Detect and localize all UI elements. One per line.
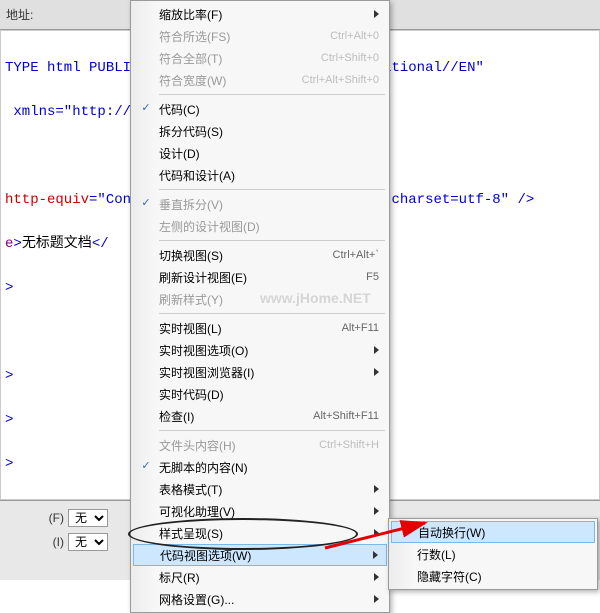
- menu-head-content: 文件头内容(H)Ctrl+Shift+H: [133, 434, 387, 456]
- address-label: 地址:: [6, 6, 33, 23]
- menu-live-view-options[interactable]: 实时视图选项(O): [133, 339, 387, 361]
- menu-fit-width: 符合宽度(W)Ctrl+Alt+Shift+0: [133, 69, 387, 91]
- check-icon: ✓: [139, 459, 153, 473]
- submenu-hidden-chars[interactable]: 隐藏字符(C): [391, 565, 595, 587]
- chevron-right-icon: [374, 529, 379, 537]
- menu-zoom[interactable]: 缩放比率(F): [133, 3, 387, 25]
- menu-grid-settings[interactable]: 网格设置(G)...: [133, 588, 387, 610]
- submenu-line-numbers[interactable]: 行数(L): [391, 543, 595, 565]
- menu-live-view[interactable]: 实时视图(L)Alt+F11: [133, 317, 387, 339]
- chevron-right-icon: [374, 507, 379, 515]
- check-icon: ✓: [139, 196, 153, 210]
- menu-live-view-browser[interactable]: 实时视图浏览器(I): [133, 361, 387, 383]
- menu-code-and-design[interactable]: 代码和设计(A): [133, 164, 387, 186]
- chevron-right-icon: [374, 595, 379, 603]
- menu-code[interactable]: ✓代码(C): [133, 98, 387, 120]
- menu-live-code[interactable]: 实时代码(D): [133, 383, 387, 405]
- menu-fit-all: 符合全部(T)Ctrl+Shift+0: [133, 47, 387, 69]
- view-menu: 缩放比率(F) 符合所选(FS)Ctrl+Alt+0 符合全部(T)Ctrl+S…: [130, 0, 390, 613]
- code-view-options-submenu: 自动换行(W) 行数(L) 隐藏字符(C): [388, 518, 598, 590]
- chevron-right-icon: [374, 485, 379, 493]
- menu-visual-aids[interactable]: 可视化助理(V): [133, 500, 387, 522]
- chevron-right-icon: [374, 368, 379, 376]
- menu-fit-selection: 符合所选(FS)Ctrl+Alt+0: [133, 25, 387, 47]
- submenu-word-wrap[interactable]: 自动换行(W): [391, 521, 595, 543]
- menu-switch-view[interactable]: 切换视图(S)Ctrl+Alt+`: [133, 244, 387, 266]
- prop-i-label: (I): [8, 535, 68, 549]
- menu-style-rendering[interactable]: 样式呈现(S): [133, 522, 387, 544]
- menu-left-design-view: 左侧的设计视图(D): [133, 215, 387, 237]
- menu-rulers[interactable]: 标尺(R): [133, 566, 387, 588]
- prop-i-select[interactable]: 无: [68, 533, 108, 551]
- code-line-3a: http-equiv: [5, 192, 89, 208]
- chevron-right-icon: [373, 551, 378, 559]
- menu-inspect[interactable]: 检查(I)Alt+Shift+F11: [133, 405, 387, 427]
- menu-table-mode[interactable]: 表格模式(T): [133, 478, 387, 500]
- menu-split-code[interactable]: 拆分代码(S): [133, 120, 387, 142]
- menu-design[interactable]: 设计(D): [133, 142, 387, 164]
- menu-vertical-split: ✓垂直拆分(V): [133, 193, 387, 215]
- menu-code-view-options[interactable]: 代码视图选项(W): [133, 544, 387, 566]
- chevron-right-icon: [374, 346, 379, 354]
- menu-refresh-style: 刷新样式(Y): [133, 288, 387, 310]
- code-line-4-title: 无标题文档: [22, 236, 92, 252]
- check-icon: ✓: [139, 101, 153, 115]
- chevron-right-icon: [374, 573, 379, 581]
- menu-refresh-design[interactable]: 刷新设计视图(E)F5: [133, 266, 387, 288]
- menu-noscript-content[interactable]: ✓无脚本的内容(N): [133, 456, 387, 478]
- chevron-right-icon: [374, 10, 379, 18]
